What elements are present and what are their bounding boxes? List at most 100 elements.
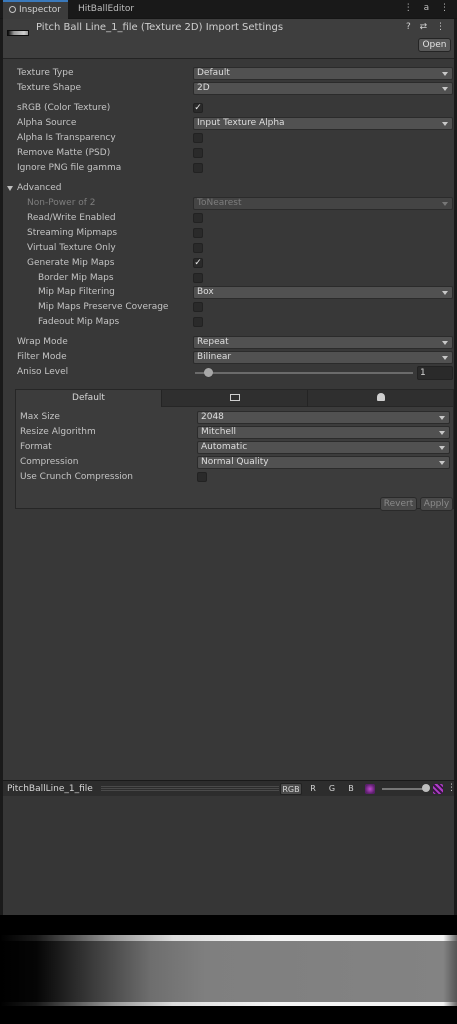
tab-android[interactable]	[308, 390, 453, 407]
compression-dropdown[interactable]: Normal Quality	[197, 456, 450, 469]
platform-tabs: Default	[16, 390, 453, 407]
srgb-checkbox[interactable]: ✓	[193, 103, 203, 113]
virtual-texture-checkbox[interactable]	[193, 243, 203, 253]
npot-value: ToNearest	[197, 198, 242, 208]
resize-algorithm-dropdown[interactable]: Mitchell	[197, 426, 450, 439]
format-row: Format Automatic	[16, 440, 453, 455]
aniso-level-input[interactable]: 1	[417, 366, 453, 380]
max-size-dropdown[interactable]: 2048	[197, 411, 450, 424]
alpha-source-dropdown[interactable]: Input Texture Alpha	[193, 117, 453, 130]
alpha-source-value: Input Texture Alpha	[197, 118, 285, 128]
crunch-label: Use Crunch Compression	[20, 472, 133, 482]
preview-menu-icon[interactable]: ⋮	[447, 783, 456, 793]
aniso-level-label: Aniso Level	[17, 367, 69, 377]
wrap-mode-dropdown[interactable]: Repeat	[193, 336, 453, 349]
filter-mode-dropdown[interactable]: Bilinear	[193, 351, 453, 364]
aniso-level-row: Aniso Level 1	[3, 365, 454, 380]
texture-shape-label: Texture Shape	[17, 83, 81, 93]
mip-slider-thumb[interactable]	[422, 784, 430, 792]
npot-row: Non-Power of 2 ToNearest	[3, 196, 454, 211]
chevron-down-icon	[439, 461, 445, 465]
android-icon	[376, 393, 385, 401]
texture-gradient-body	[0, 941, 457, 1002]
tab-inspector[interactable]: Inspector	[3, 0, 68, 19]
read-write-label: Read/Write Enabled	[27, 213, 116, 223]
remove-matte-checkbox[interactable]	[193, 148, 203, 158]
remove-matte-label: Remove Matte (PSD)	[17, 148, 111, 158]
tab-default-platform[interactable]: Default	[16, 390, 162, 407]
channel-g-button[interactable]: G	[325, 783, 339, 795]
fadeout-mips-row: Fadeout Mip Maps	[3, 315, 454, 330]
preview-asset-name: PitchBallLine_1_file	[7, 784, 93, 794]
chevron-down-icon	[442, 87, 448, 91]
foldout-arrow-icon	[7, 186, 13, 191]
max-size-row: Max Size 2048	[16, 410, 453, 425]
chevron-down-icon	[442, 122, 448, 126]
generate-mips-row: Generate Mip Maps ✓	[3, 256, 454, 271]
mip-small-icon	[365, 784, 375, 794]
ignore-png-gamma-checkbox[interactable]	[193, 163, 203, 173]
read-write-checkbox[interactable]	[193, 213, 203, 223]
filter-mode-label: Filter Mode	[17, 352, 67, 362]
resize-algorithm-row: Resize Algorithm Mitchell	[16, 425, 453, 440]
streaming-mipmaps-checkbox[interactable]	[193, 228, 203, 238]
mip-filtering-dropdown[interactable]: Box	[193, 286, 453, 299]
header-help-settings-icons[interactable]: ? ⇄ ⋮	[406, 22, 448, 32]
channel-r-button[interactable]: R	[306, 783, 320, 795]
fadeout-mips-checkbox[interactable]	[193, 317, 203, 327]
drag-handle[interactable]	[101, 786, 279, 792]
mip-filtering-label: Mip Map Filtering	[38, 287, 115, 297]
preview-toolbar: PitchBallLine_1_file RGB R G B ⋮	[3, 780, 456, 796]
alpha-source-label: Alpha Source	[17, 118, 77, 128]
compression-row: Compression Normal Quality	[16, 455, 453, 470]
border-mips-row: Border Mip Maps	[3, 271, 454, 286]
mip-large-icon	[433, 784, 443, 794]
compression-label: Compression	[20, 457, 79, 467]
window-tabbar: Inspector HitBallEditor ⋮ a ⋮	[0, 0, 457, 19]
streaming-mipmaps-label: Streaming Mipmaps	[27, 228, 118, 238]
channel-rgb-button[interactable]: RGB	[280, 783, 302, 795]
tab-standalone[interactable]	[162, 390, 308, 407]
texture-type-dropdown[interactable]: Default	[193, 67, 453, 80]
filter-mode-value: Bilinear	[197, 352, 232, 362]
format-label: Format	[20, 442, 52, 452]
streaming-mipmaps-row: Streaming Mipmaps	[3, 226, 454, 241]
srgb-row: sRGB (Color Texture) ✓	[3, 101, 454, 116]
mip-filtering-value: Box	[197, 287, 214, 297]
texture-type-label: Texture Type	[17, 68, 74, 78]
border-mips-checkbox[interactable]	[193, 273, 203, 283]
preserve-coverage-checkbox[interactable]	[193, 302, 203, 312]
inspector-panel: Pitch Ball Line_1_file (Texture 2D) Impo…	[3, 19, 454, 780]
apply-button[interactable]: Apply	[420, 497, 453, 511]
channel-b-button[interactable]: B	[344, 783, 358, 795]
tab-menu-icons[interactable]: ⋮ a ⋮	[404, 3, 453, 13]
chevron-down-icon	[442, 341, 448, 345]
format-dropdown[interactable]: Automatic	[197, 441, 450, 454]
info-icon	[9, 6, 16, 13]
max-size-label: Max Size	[20, 412, 60, 422]
open-button[interactable]: Open	[418, 38, 451, 52]
virtual-texture-label: Virtual Texture Only	[27, 243, 116, 253]
aniso-slider-track[interactable]	[195, 372, 413, 374]
wrap-mode-value: Repeat	[197, 337, 229, 347]
revert-button[interactable]: Revert	[380, 497, 417, 511]
aniso-slider-thumb[interactable]	[204, 368, 213, 377]
tab-hitballeditor[interactable]: HitBallEditor	[78, 0, 134, 19]
virtual-texture-row: Virtual Texture Only	[3, 241, 454, 256]
texture-shape-dropdown[interactable]: 2D	[193, 82, 453, 95]
alpha-transparency-checkbox[interactable]	[193, 133, 203, 143]
crunch-checkbox[interactable]	[197, 472, 207, 482]
alpha-transparency-label: Alpha Is Transparency	[17, 133, 116, 143]
alpha-transparency-row: Alpha Is Transparency	[3, 131, 454, 146]
texture-thumbnail	[7, 30, 29, 36]
advanced-foldout[interactable]: Advanced	[3, 181, 454, 196]
texture-shape-row: Texture Shape 2D	[3, 81, 454, 96]
texture-shape-value: 2D	[197, 83, 210, 93]
generate-mips-checkbox[interactable]: ✓	[193, 258, 203, 268]
generate-mips-label: Generate Mip Maps	[27, 258, 115, 268]
max-size-value: 2048	[201, 412, 224, 422]
format-value: Automatic	[201, 442, 248, 452]
monitor-icon	[229, 394, 240, 401]
filter-mode-row: Filter Mode Bilinear	[3, 350, 454, 365]
platform-settings: Default Max Size 2048 Resize Algorithm M…	[15, 389, 454, 509]
